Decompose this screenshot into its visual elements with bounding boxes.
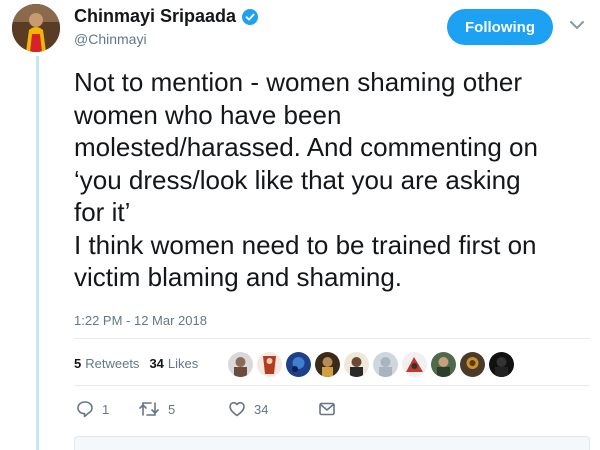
liker-avatar[interactable] — [460, 352, 485, 377]
liker-avatar[interactable] — [257, 352, 282, 377]
author-name[interactable]: Chinmayi Sripaada — [74, 6, 236, 27]
tweet-text: Not to mention - women shaming other wom… — [74, 66, 594, 294]
avatar[interactable] — [12, 4, 60, 52]
tweet-text-line: victim blaming and shaming. — [74, 262, 403, 292]
liker-avatar[interactable] — [315, 352, 340, 377]
following-button[interactable]: Following — [447, 9, 553, 45]
liker-avatar[interactable] — [489, 352, 514, 377]
like-count: 34 — [254, 401, 269, 417]
engagement-stats: 5 Retweets 34 Likes — [74, 356, 208, 371]
retweet-button[interactable]: 5 — [138, 400, 228, 418]
liker-avatar[interactable] — [344, 352, 369, 377]
tweet-timestamp[interactable]: 1:22 PM - 12 Mar 2018 — [74, 313, 207, 328]
retweet-icon — [138, 400, 160, 418]
author-handle[interactable]: @Chinmayi — [74, 31, 258, 47]
envelope-icon — [318, 401, 336, 417]
liker-avatar[interactable] — [373, 352, 398, 377]
tweet-text-line: ‘you dress/look like that you are asking — [74, 164, 521, 195]
divider — [74, 338, 590, 339]
chevron-down-icon[interactable] — [568, 18, 586, 32]
reply-input-box[interactable] — [74, 436, 590, 450]
liker-avatar[interactable] — [431, 352, 456, 377]
reply-count: 1 — [102, 401, 110, 417]
tweet-card: Chinmayi Sripaada @Chinmayi Following No… — [0, 0, 600, 450]
tweet-text-line: molested/harassed. And commenting on — [74, 132, 538, 162]
liker-avatar[interactable] — [286, 352, 311, 377]
retweet-count: 5 — [168, 401, 176, 417]
reply-button[interactable]: 1 — [76, 400, 138, 418]
divider — [74, 385, 590, 386]
direct-message-button[interactable] — [318, 401, 336, 417]
tweet-text-line: Not to mention - women shaming other — [74, 67, 522, 97]
retweets-label: Retweets — [85, 356, 140, 371]
tweet-text-line: I think women need to be trained first o… — [74, 229, 537, 260]
likes-label: Likes — [167, 356, 199, 371]
tweet-text-line: women who have been — [74, 99, 342, 130]
action-bar: 1 5 34 — [76, 400, 336, 418]
heart-icon — [228, 400, 246, 418]
reply-icon — [76, 400, 94, 418]
liker-avatar[interactable] — [228, 352, 253, 377]
likers-avatars — [228, 352, 514, 377]
likes-count: 34 — [149, 356, 164, 371]
liker-avatar[interactable] — [402, 352, 427, 377]
verified-badge-icon — [242, 8, 259, 25]
retweets-stat[interactable]: 5 Retweets — [74, 356, 139, 371]
tweet-text-line: for it’ — [74, 197, 131, 227]
thread-line — [36, 56, 39, 450]
author-block[interactable]: Chinmayi Sripaada @Chinmayi — [74, 6, 259, 47]
likes-stat[interactable]: 34 Likes — [149, 356, 198, 371]
retweets-count: 5 — [74, 356, 82, 371]
like-button[interactable]: 34 — [228, 400, 318, 418]
